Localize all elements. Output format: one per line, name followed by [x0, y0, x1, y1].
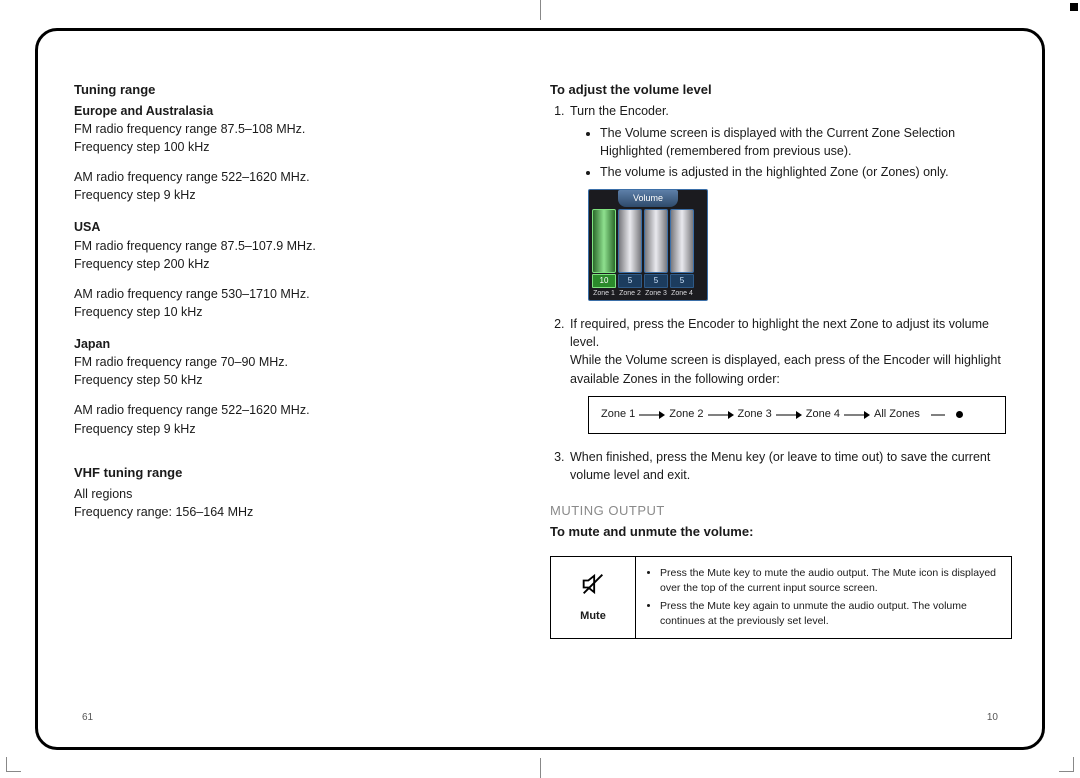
manual-page: Tuning range Europe and Australasia FM r…: [35, 28, 1045, 750]
step-1-bullets: The Volume screen is displayed with the …: [570, 124, 1006, 181]
crop-mark-br: [1059, 757, 1074, 772]
step-1: Turn the Encoder. The Volume screen is d…: [568, 102, 1006, 301]
body-text: Frequency step 100 kHz: [74, 138, 510, 156]
region-name: Europe and Australasia: [74, 102, 510, 120]
mute-key-box: Mute Press the Mute key to mute the audi…: [550, 556, 1012, 640]
volume-bar-zone4: 5 Zone 4: [670, 209, 694, 299]
steps-list: Turn the Encoder. The Volume screen is d…: [550, 102, 1006, 484]
zone-label: Zone 4: [806, 407, 840, 423]
volume-bar-zone2: 5 Zone 2: [618, 209, 642, 299]
heading-mute-procedure: To mute and unmute the volume:: [550, 523, 1006, 542]
heading-vhf: VHF tuning range: [74, 464, 510, 483]
body-text: FM radio frequency range 87.5–108 MHz.: [74, 120, 510, 138]
mute-icon: [579, 570, 607, 603]
page-number-right: 10: [987, 712, 998, 723]
arrow-icon: [639, 410, 665, 420]
bullet: Press the Mute key to mute the audio out…: [660, 566, 1003, 596]
crop-mark-bottom: [540, 758, 541, 778]
body-text: Frequency step 10 kHz: [74, 303, 510, 321]
region-block-2: Japan FM radio frequency range 70–90 MHz…: [74, 335, 510, 438]
crop-mark-top: [540, 0, 541, 20]
body-text: Frequency step 9 kHz: [74, 186, 510, 204]
mute-text: Press the Mute key to mute the audio out…: [636, 557, 1011, 639]
volume-screen-illustration: Volume 10 Zone 1 5 Zone 2: [588, 189, 708, 301]
left-column: Tuning range Europe and Australasia FM r…: [74, 81, 540, 727]
body-text: AM radio frequency range 522–1620 MHz.: [74, 401, 510, 419]
step-text: While the Volume screen is displayed, ea…: [570, 353, 1001, 385]
arrow-icon: [776, 410, 802, 420]
step-text: Turn the Encoder.: [570, 104, 669, 118]
step-text: When finished, press the Menu key (or le…: [570, 450, 990, 482]
arrow-icon: [926, 410, 952, 420]
volume-screen-title: Volume: [618, 190, 678, 207]
heading-muting-output: MUTING OUTPUT: [550, 502, 1006, 521]
mute-key-cell: Mute: [551, 557, 636, 639]
bullet: The Volume screen is displayed with the …: [600, 124, 1006, 160]
zone-label: Zone 3: [738, 407, 772, 423]
volume-bar-zone1: 10 Zone 1: [592, 209, 616, 299]
heading-adjust-volume: To adjust the volume level: [550, 81, 1006, 100]
body-text: AM radio frequency range 522–1620 MHz.: [74, 168, 510, 186]
right-column: To adjust the volume level Turn the Enco…: [540, 81, 1006, 727]
region-block-0: Europe and Australasia FM radio frequenc…: [74, 102, 510, 205]
body-text: Frequency step 200 kHz: [74, 255, 510, 273]
zone-label: Zone 1: [601, 407, 635, 423]
region-name: USA: [74, 218, 510, 236]
zone-order-diagram: Zone 1 Zone 2 Zone 3 Zone 4 All Zones: [588, 396, 1006, 434]
body-text: AM radio frequency range 530–1710 MHz.: [74, 285, 510, 303]
heading-tuning-range: Tuning range: [74, 81, 510, 100]
body-text: Frequency step 9 kHz: [74, 420, 510, 438]
volume-bar-zone3: 5 Zone 3: [644, 209, 668, 299]
zone-label: All Zones: [874, 407, 920, 423]
region-block-1: USA FM radio frequency range 87.5–107.9 …: [74, 218, 510, 321]
mute-key-label: Mute: [580, 609, 606, 625]
body-text: FM radio frequency range 70–90 MHz.: [74, 353, 510, 371]
body-text: Frequency range: 156–164 MHz: [74, 503, 510, 521]
page-number-left: 61: [82, 712, 93, 723]
zone-label: Zone 2: [669, 407, 703, 423]
crop-mark-tr: [1070, 3, 1078, 11]
body-text: All regions: [74, 485, 510, 503]
body-text: Frequency step 50 kHz: [74, 371, 510, 389]
crop-mark-bl: [6, 757, 21, 772]
bullet: Press the Mute key again to unmute the a…: [660, 599, 1003, 629]
step-3: When finished, press the Menu key (or le…: [568, 448, 1006, 484]
step-text: If required, press the Encoder to highli…: [570, 317, 989, 349]
loop-dot-icon: [956, 411, 963, 418]
body-text: FM radio frequency range 87.5–107.9 MHz.: [74, 237, 510, 255]
step-2: If required, press the Encoder to highli…: [568, 315, 1006, 433]
arrow-icon: [844, 410, 870, 420]
bullet: The volume is adjusted in the highlighte…: [600, 163, 1006, 181]
arrow-icon: [708, 410, 734, 420]
region-name: Japan: [74, 335, 510, 353]
